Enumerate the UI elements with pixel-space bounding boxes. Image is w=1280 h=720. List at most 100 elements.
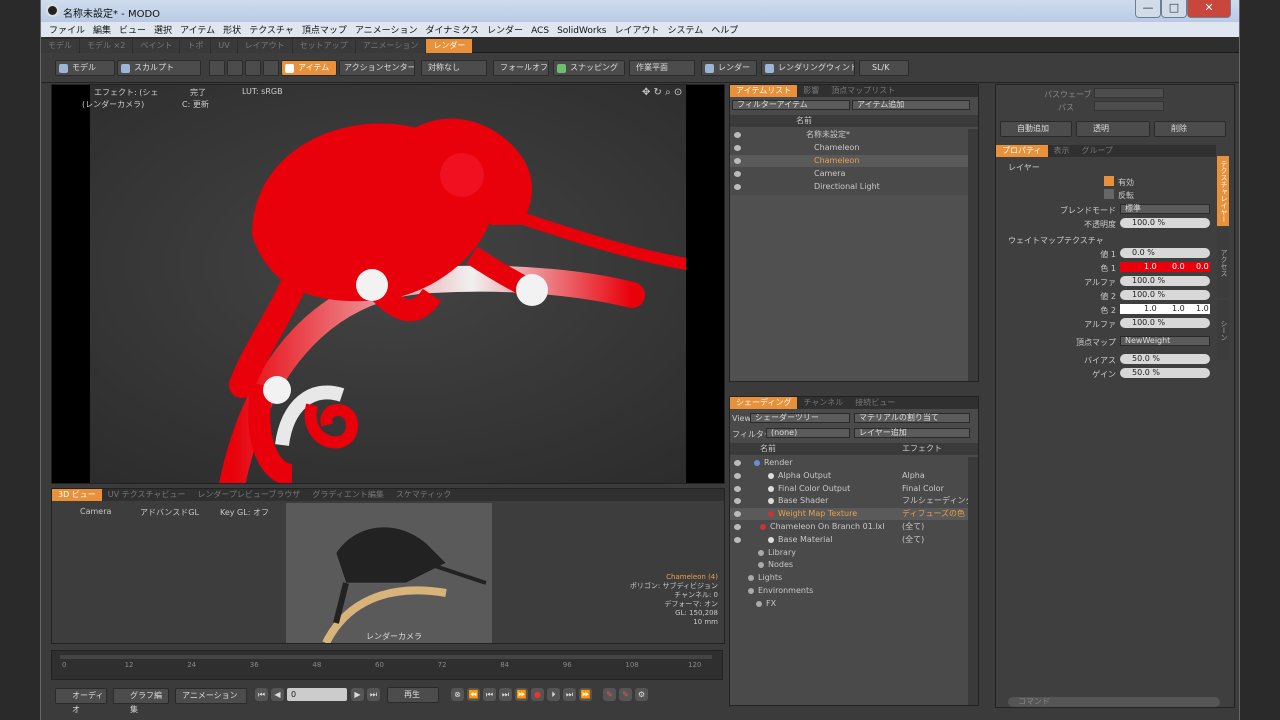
color1-field[interactable]: 1.0 0.0 0.0	[1120, 262, 1210, 272]
next-key-icon[interactable]: ⏭	[499, 688, 512, 701]
eye-icon[interactable]	[734, 158, 741, 164]
panel-tab[interactable]: スケマティック	[390, 489, 458, 501]
layer-add-dropdown[interactable]: レイヤー追加	[854, 428, 970, 438]
lut-dropdown[interactable]: LUT: sRGB	[242, 87, 283, 96]
render-button[interactable]: レンダー	[701, 60, 757, 76]
shader-row[interactable]: Render	[730, 457, 978, 469]
menu-item[interactable]: 編集	[93, 22, 111, 36]
shader-row[interactable]: Environments	[730, 585, 978, 597]
falloff-dropdown[interactable]: フォールオフ	[493, 60, 549, 76]
auto-key-icon[interactable]: ✎	[603, 688, 616, 701]
viewport-nav-icons[interactable]: ✥ ↻ ⌕ ⊙	[642, 87, 682, 98]
layout-tab[interactable]: レンダー	[426, 39, 473, 53]
effect-dropdown[interactable]: エフェクト: (シェ	[94, 87, 158, 98]
next-key2-icon[interactable]: ⏩	[515, 688, 528, 701]
menu-item[interactable]: 頂点マップ	[302, 22, 347, 36]
command-field[interactable]: コマンド	[1008, 697, 1220, 707]
record-icon[interactable]: ●	[531, 688, 544, 701]
timeline-track[interactable]	[60, 655, 712, 659]
material-select-icon[interactable]	[263, 60, 279, 76]
menu-item[interactable]: レンダー	[487, 22, 523, 36]
prev-frame-icon[interactable]: ◀	[271, 688, 284, 701]
panel-tab[interactable]: 接続ビュー	[849, 397, 901, 409]
item-row[interactable]: Directional Light	[730, 181, 978, 193]
shader-scrollbar[interactable]	[968, 457, 978, 705]
edge-select-icon[interactable]	[227, 60, 243, 76]
polygon-select-icon[interactable]	[245, 60, 261, 76]
menu-item[interactable]: 選択	[154, 22, 172, 36]
key-last-icon[interactable]: ⏩	[579, 688, 592, 701]
vertex-select-icon[interactable]	[209, 60, 225, 76]
prev-key-icon[interactable]: ⏪	[467, 688, 480, 701]
filter-dropdown[interactable]: (none)	[766, 428, 850, 438]
vertical-tab[interactable]: テクスチャレイヤー	[1217, 156, 1229, 226]
menu-item[interactable]: レイアウト	[614, 22, 659, 36]
eye-icon[interactable]	[734, 485, 741, 492]
menu-item[interactable]: ダイナミクス	[425, 22, 479, 36]
render-viewport[interactable]: エフェクト: (シェ 完了 LUT: sRGB (レンダーカメラ) C: 更新 …	[51, 84, 725, 484]
action-center-dropdown[interactable]: アクションセンター ▾	[339, 60, 415, 76]
view-dropdown[interactable]: シェーダーツリー	[750, 413, 850, 423]
key-end-icon[interactable]: ⏭	[563, 688, 576, 701]
eye-icon[interactable]	[734, 460, 741, 466]
minimize-button[interactable]: —	[1135, 0, 1161, 18]
auto-add-button[interactable]: 自動追加	[1000, 121, 1072, 137]
next-frame-icon[interactable]: ▶	[351, 688, 364, 701]
shader-row[interactable]: Alpha Output Alpha	[730, 470, 978, 482]
invert-checkbox[interactable]	[1104, 189, 1114, 199]
menu-item[interactable]: ファイル	[49, 22, 85, 36]
key-next-icon[interactable]: ⏵	[547, 688, 560, 701]
value2-field[interactable]: 100.0 %	[1120, 290, 1210, 300]
go-end-icon[interactable]: ⏭	[367, 688, 380, 701]
key-icon[interactable]: ⊗	[451, 688, 464, 701]
shader-row[interactable]: Library	[730, 547, 978, 559]
layout-tab[interactable]: ペイント	[133, 39, 180, 53]
layout-tab[interactable]: セットアップ	[292, 39, 355, 53]
shader-row[interactable]: Weight Map Texture ディフューズの色	[730, 508, 978, 521]
panel-tab[interactable]: チャンネル	[797, 397, 849, 409]
eye-icon[interactable]	[734, 524, 741, 530]
eye-icon[interactable]	[734, 472, 741, 479]
filter-item-dropdown[interactable]: フィルターアイテム	[732, 100, 850, 110]
panel-tab[interactable]: シェーディング	[730, 397, 798, 409]
panel-tab[interactable]: 頂点マップリスト	[825, 85, 901, 97]
key-gl-dropdown[interactable]: Key GL: オフ	[220, 507, 269, 518]
settings-icon[interactable]: ⚙	[635, 688, 648, 701]
transparent-button[interactable]: 透明	[1076, 121, 1150, 137]
maximize-button[interactable]: □	[1161, 0, 1187, 18]
layout-tab[interactable]: トポ	[180, 39, 211, 53]
pathwave-dropdown[interactable]	[1094, 88, 1164, 98]
item-mode-button[interactable]: アイテム	[281, 60, 337, 76]
panel-tab[interactable]: グラディエント編集	[306, 489, 389, 501]
shader-row[interactable]: FX	[730, 598, 978, 610]
panel-tab[interactable]: レンダープレビューブラウザ	[191, 489, 306, 501]
gain-field[interactable]: 50.0 %	[1120, 368, 1210, 378]
panel-tab[interactable]: アイテムリスト	[730, 85, 798, 97]
menu-item[interactable]: アニメーション	[355, 22, 418, 36]
item-list-scrollbar[interactable]	[968, 129, 978, 381]
layout-tab[interactable]: モデル ×2	[80, 39, 133, 53]
eye-icon[interactable]	[734, 511, 741, 518]
color2-field[interactable]: 1.0 1.0 1.0	[1120, 304, 1210, 314]
shader-row[interactable]: Chameleon On Branch 01.lxl (全て)	[730, 521, 978, 533]
layout-tab[interactable]: レイアウト	[237, 39, 292, 53]
key-delete-icon[interactable]: ✎	[619, 688, 632, 701]
panel-tab[interactable]: グループ	[1076, 145, 1120, 157]
vertical-tab[interactable]: シーン	[1217, 300, 1229, 360]
delete-button[interactable]: 削除	[1154, 121, 1226, 137]
vmap-dropdown[interactable]: NewWeight	[1120, 336, 1210, 346]
camera-dropdown[interactable]: Camera	[80, 507, 111, 516]
menu-item[interactable]: ビュー	[119, 22, 146, 36]
opacity-field[interactable]: 100.0 %	[1120, 218, 1210, 228]
close-button[interactable]: ✕	[1187, 0, 1231, 18]
panel-tab[interactable]: 3D ビュー	[52, 489, 102, 501]
go-start-icon[interactable]: ⏮	[255, 688, 268, 701]
menu-item[interactable]: ACS	[531, 25, 549, 36]
sculpt-mode-button[interactable]: スカルプト	[117, 60, 201, 76]
render-window-button[interactable]: レンダリングウィンドウ	[761, 60, 855, 76]
frame-field[interactable]: 0	[287, 688, 347, 701]
animation-dropdown[interactable]: アニメーション	[175, 688, 247, 704]
shader-row[interactable]: Nodes	[730, 559, 978, 571]
play-button[interactable]: 再生	[387, 687, 439, 703]
paths-dropdown[interactable]	[1094, 101, 1164, 111]
